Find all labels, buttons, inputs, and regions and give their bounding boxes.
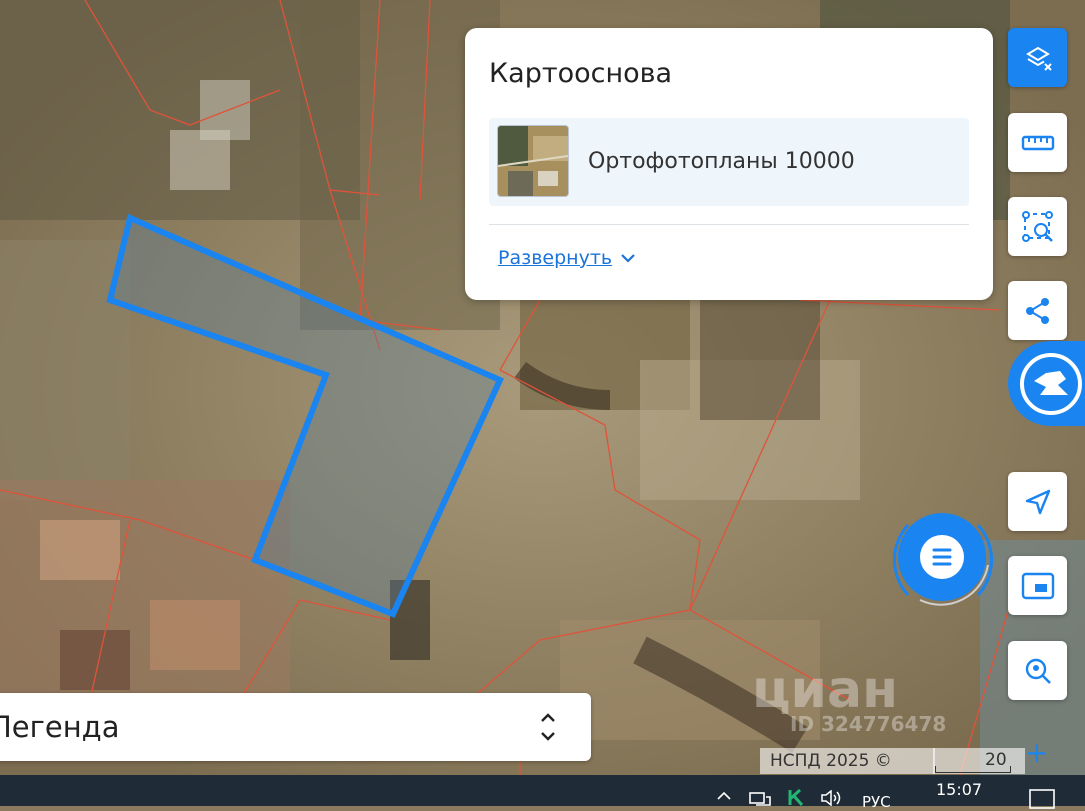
zoom-in-button[interactable]: + xyxy=(1025,736,1048,769)
share-button[interactable] xyxy=(1008,281,1067,340)
legend-dropdown[interactable]: Легенда xyxy=(0,693,591,761)
locate-icon xyxy=(1025,489,1050,514)
expand-collapse-icon[interactable] xyxy=(538,711,558,743)
layer-thumbnail xyxy=(497,125,569,197)
volume-icon[interactable] xyxy=(820,790,844,806)
scale-bar: 20 m xyxy=(933,748,1025,790)
locate-button[interactable] xyxy=(1008,472,1067,531)
basemap-panel: Картооснова Ортофотопланы 10000 Разверну… xyxy=(465,28,993,300)
chat-icon xyxy=(893,513,993,606)
panel-title: Картооснова xyxy=(489,58,673,89)
search-location-button[interactable] xyxy=(1008,641,1067,700)
ruler-button[interactable] xyxy=(1008,113,1067,172)
ruler-icon xyxy=(1021,135,1054,150)
scale-line xyxy=(935,766,1011,773)
chevron-down-icon[interactable] xyxy=(617,250,639,266)
layer-name: Ортофотопланы 10000 xyxy=(588,149,855,174)
layers-toggle-icon xyxy=(1025,46,1052,71)
area-search-button[interactable] xyxy=(1008,197,1067,256)
expand-link[interactable]: Развернуть xyxy=(498,247,612,269)
map-attribution: НСПД 2025 © xyxy=(760,748,935,774)
watermark-id: ID 324776478 xyxy=(790,712,947,736)
search-location-icon xyxy=(1025,658,1051,684)
os-taskbar: РУС 15:07 xyxy=(0,775,1085,811)
kaspersky-icon[interactable] xyxy=(786,788,806,806)
brand-button[interactable] xyxy=(1008,341,1085,426)
chat-button[interactable] xyxy=(878,505,1008,615)
watermark: циан xyxy=(752,660,898,720)
keyboard-language[interactable]: РУС xyxy=(862,793,891,811)
clock[interactable]: 15:07 xyxy=(936,780,982,799)
layers-toggle-button[interactable] xyxy=(1008,28,1067,87)
share-icon xyxy=(1025,297,1049,324)
notification-icon[interactable] xyxy=(1028,788,1056,810)
basemap-layer-item[interactable]: Ортофотопланы 10000 xyxy=(489,118,969,206)
chevron-up-icon[interactable] xyxy=(714,789,734,801)
minimap-button[interactable] xyxy=(1008,556,1067,615)
area-search-icon xyxy=(1021,210,1053,242)
brand-logo-icon xyxy=(1020,353,1082,415)
legend-label: Легенда xyxy=(0,710,120,744)
network-icon[interactable] xyxy=(748,791,772,807)
minimap-icon xyxy=(1021,572,1054,599)
divider xyxy=(489,224,969,225)
